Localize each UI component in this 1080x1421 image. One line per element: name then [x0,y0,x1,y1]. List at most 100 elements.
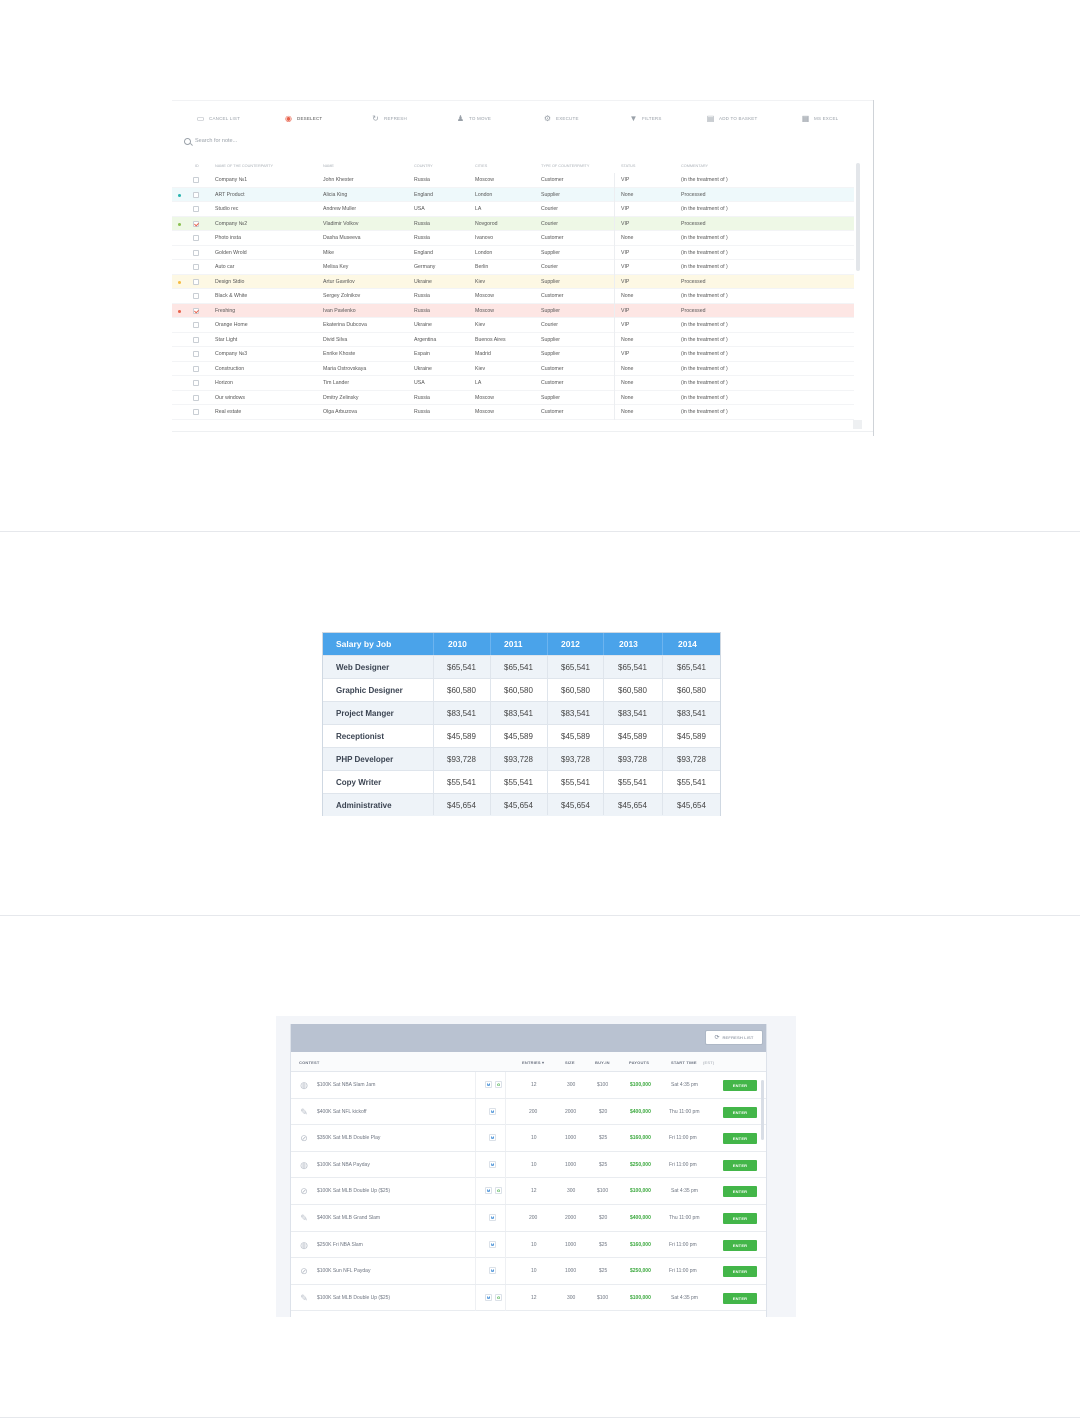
table-row[interactable]: Our windows Dmitry Zelinsky Russia Moscow Su… [172,390,854,405]
toolbar-add-to-basket-button[interactable]: ▤ ADD TO BASKET [706,111,758,125]
table-row[interactable]: Company №3 Enrike Khoste Espain Madrid Suppl… [172,347,854,362]
column-divider [614,361,615,376]
row-checkbox[interactable] [193,206,199,212]
salary-row: Graphic Designer $60,580 $60,580 $60,580 $60… [323,678,720,701]
table-row[interactable]: Real estate Olga Arbuzova Russia Moscow Cust… [172,405,854,420]
table-row[interactable]: ART Product Alicia King England London Suppl… [172,187,854,202]
table-row[interactable]: Construction Maria Ostrovskaya Ukraine Kiev… [172,361,854,376]
section-divider [0,531,1080,532]
salary-row: Receptionist $45,589 $45,589 $45,589 $45,589… [323,724,720,747]
contest-row[interactable]: ⊘ $100K Sun NFL Payday M 10 1000 $25 $250,000 F… [291,1258,766,1285]
counterparty-panel: ▭ CANCEL LIST ◉ DESELECT ↻ REFRESH ♟ TO MOVE ⚙ EX… [172,100,874,436]
row-checkbox[interactable] [193,307,199,314]
row-checkbox[interactable] [193,278,199,285]
toolbar-cancel-list-button[interactable]: ▭ CANCEL LIST [196,111,240,125]
toolbar-refresh-button[interactable]: ↻ REFRESH [371,111,407,125]
section-divider [0,915,1080,916]
row-checkbox[interactable] [193,351,199,357]
row-checkbox[interactable] [193,235,199,241]
cell-company: Freshing [215,307,236,314]
table-row[interactable]: Design Stdio Artur Gavrilov Ukraine Kiev Sup… [172,274,854,289]
enter-button[interactable]: ENTER [723,1292,757,1304]
table-row[interactable]: Studio rec Andrew Muller USA LA Courier VIP (i… [172,202,854,217]
enter-button[interactable]: ENTER [723,1080,757,1091]
enter-button[interactable]: ENTER [723,1186,757,1198]
payout-value: $100,000 [630,1294,651,1301]
table-row[interactable]: Golden Wrold Mike England London Supplier VIP… [172,245,854,260]
row-checkbox[interactable] [193,264,199,270]
contest-row[interactable]: ⊘ $350K Sat MLB Double Play M 10 1000 $25 $160… [291,1125,766,1152]
enter-button[interactable]: ENTER [723,1159,757,1171]
contest-row[interactable]: ◍ $100K Sat NBA Slam Jam M G 12 300 $100 $100,0… [291,1072,766,1099]
refresh-list-button[interactable]: ⟳ REFRESH LIST [705,1030,763,1045]
table-row[interactable]: Company №2 Vladimir Volkov Russia Novgorod C… [172,216,854,231]
cell-type: Supplier [541,307,561,314]
row-checkbox[interactable] [193,177,199,183]
cell-city: London [475,191,493,198]
multi-entry-badge: M [485,1187,492,1195]
table-row[interactable]: Freshing Ivan Pavlenko Russia Moscow Supplie… [172,303,854,318]
row-checkbox[interactable] [193,249,199,256]
enter-button[interactable]: ENTER [723,1212,757,1224]
contest-name[interactable]: $100K Sat NBA Payday [317,1162,370,1168]
cell-country: England [414,249,434,256]
column-divider [614,303,615,318]
contest-row[interactable]: ◍ $100K Sat NBA Payday M 10 1000 $25 $250,000 F… [291,1151,766,1179]
row-checkbox[interactable] [193,409,199,415]
table-row[interactable]: Photo insta Dasha Museeva Russia Ivanovo Cus… [172,231,854,246]
table-row[interactable]: Orange Home Ekaterina Dubcova Ukraine Kiev C… [172,318,854,333]
vertical-scrollbar[interactable] [856,163,860,271]
table-row[interactable]: Star Light Divid Silva Argentina Buenos Air… [172,332,854,347]
table-row[interactable]: Company №1 John Khester Russia Moscow Custom… [172,173,854,188]
vertical-scrollbar[interactable] [761,1080,764,1140]
salary-value: $60,580 [618,686,647,695]
contest-name[interactable]: $400K Sat NFL kickoff [317,1109,366,1115]
row-checkbox[interactable] [193,336,199,343]
toolbar-deselect-button[interactable]: ◉ DESELECT [284,111,322,125]
enter-button[interactable]: ENTER [723,1239,757,1251]
contest-name[interactable]: $100K Sat MLB Double Up ($25) [317,1295,390,1301]
column-header: NAME OF THE COUNTERPARTY [215,164,274,168]
column-entries[interactable]: ENTRIES ▾ [522,1060,544,1065]
cell-company: Black & White [215,293,248,299]
table-row[interactable]: Black & White Sergey Zolnikov Russia Moscow… [172,289,854,304]
cell-country: Russia [414,235,430,241]
contest-name[interactable]: $100K Sat MLB Double Up ($25) [317,1188,390,1194]
cell-type: Supplier [541,394,561,401]
cell-type: Customer [541,365,564,372]
contest-name[interactable]: $250K Fri NBA Slam [317,1242,363,1248]
cell-comment: (in the treatment of ) [681,235,728,241]
toolbar-label: REFRESH [384,115,407,121]
row-checkbox[interactable] [193,365,199,372]
contest-name[interactable]: $350K Sat MLB Double Play [317,1135,380,1141]
search-input[interactable]: Search for note... [195,138,237,144]
toolbar-ms-excel-button[interactable]: ▦ MS EXCEL [801,111,838,125]
row-checkbox[interactable] [193,380,199,386]
row-checkbox[interactable] [193,220,199,227]
contest-row[interactable]: ◍ $250K Fri NBA Slam M 10 1000 $25 $160,000 Fri… [291,1231,766,1259]
table-row[interactable]: Horizon Tim Lander USA LA Customer None (in th… [172,376,854,391]
cell-name: Dasha Museeva [323,235,361,241]
contest-name[interactable]: $400K Sat MLB Grand Slam [317,1215,380,1221]
toolbar-execute-button[interactable]: ⚙ EXECUTE [543,111,579,125]
toolbar-filters-button[interactable]: ▼ FILTERS [629,111,662,125]
enter-button[interactable]: ENTER [723,1133,757,1145]
row-checkbox[interactable] [193,293,199,299]
contest-row[interactable]: ✎ $400K Sat NFL kickoff M 200 2000 $20 $400,00… [291,1098,766,1126]
table-row[interactable]: Auto car Melisa Key Germany Berlin Courier VI… [172,260,854,275]
size-value: 1000 [565,1135,577,1142]
row-checkbox[interactable] [193,394,199,401]
contest-row[interactable]: ⊘ $100K Sat MLB Double Up ($25) M G 12 300 $10… [291,1178,766,1205]
cell-city: Kiev [475,365,486,372]
contest-name[interactable]: $100K Sat NBA Slam Jam [317,1082,375,1088]
enter-button[interactable]: ENTER [723,1106,757,1118]
enter-button[interactable]: ENTER [723,1266,757,1278]
contest-name[interactable]: $100K Sun NFL Payday [317,1268,370,1274]
row-checkbox[interactable] [193,191,199,198]
contest-row[interactable]: ✎ $100K Sat MLB Double Up ($25) M G 12 300 $10… [291,1284,766,1312]
toolbar-to-move-button[interactable]: ♟ TO MOVE [456,111,491,125]
cell-comment: (in the treatment of ) [681,293,728,299]
search-bar[interactable]: Search for note... [184,136,237,146]
row-checkbox[interactable] [193,322,199,328]
contest-row[interactable]: ✎ $400K Sat MLB Grand Slam M 200 2000 $20 $400… [291,1204,766,1232]
